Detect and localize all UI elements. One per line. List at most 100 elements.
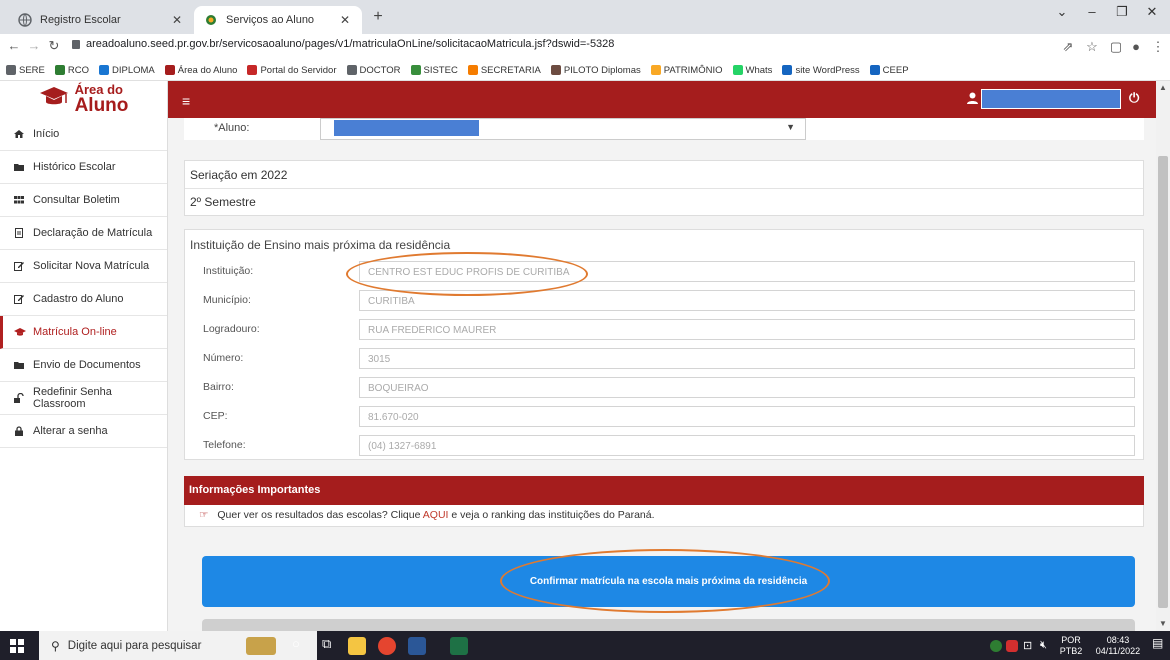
language-indicator[interactable]: POR PTB2 (1058, 635, 1084, 657)
excel-icon[interactable] (450, 637, 468, 655)
clock-time: 08:43 (1106, 635, 1130, 645)
forward-arrow-icon[interactable]: → (26, 38, 42, 53)
profile-icon[interactable]: ● (1128, 39, 1144, 54)
bookmark-item[interactable]: Área do Aluno (164, 65, 237, 76)
power-logout-icon[interactable]: ⏻ (1129, 90, 1139, 106)
page-scrollbar[interactable]: ▲ ▼ (1156, 81, 1170, 631)
bookmark-item[interactable]: Whats (732, 65, 772, 76)
aluno-name-redacted (334, 120, 479, 136)
bookmark-item[interactable]: site WordPress (782, 64, 860, 76)
info-important-title: Informações Importantes (184, 476, 1144, 505)
form-row: CEP: 81.670-020 (185, 403, 1143, 432)
bookmark-item[interactable]: SECRETARIA (467, 65, 541, 76)
form-row: Instituição: CENTRO EST EDUC PROFIS DE CU… (185, 258, 1143, 287)
notifications-icon[interactable]: ▤ (1152, 636, 1163, 650)
field-label: Número: (203, 352, 244, 364)
bookmark-favicon-icon (54, 65, 65, 75)
tab-search-chevron-icon[interactable]: ⌄ (1052, 4, 1072, 20)
scroll-down-arrow-icon[interactable]: ▼ (1159, 619, 1167, 628)
scroll-up-arrow-icon[interactable]: ▲ (1159, 83, 1167, 92)
back-arrow-icon[interactable]: ← (6, 38, 22, 53)
url-field[interactable]: areadoaluno.seed.pr.gov.br/servicosaoalu… (86, 38, 614, 50)
bookmark-item[interactable]: SERE (6, 65, 45, 76)
network-icon[interactable]: ⊡ (1023, 639, 1032, 652)
sidebar-item-redefinir-senha-classroom[interactable]: Redefinir Senha Classroom (0, 382, 167, 415)
readonly-field[interactable]: (04) 1327-6891 (359, 435, 1135, 456)
restore-icon[interactable]: ❐ (1112, 4, 1132, 20)
close-tab-icon[interactable]: ✕ (338, 13, 352, 27)
close-tab-icon[interactable]: ✕ (170, 13, 184, 27)
aluno-select-row: *Aluno: ▼ (184, 118, 1144, 140)
chrome-icon[interactable] (378, 637, 396, 655)
taskbar-search-placeholder: Digite aqui para pesquisar (67, 639, 202, 652)
sidebar-item-inicio[interactable]: Início (0, 118, 167, 151)
field-label: Bairro: (203, 381, 234, 393)
logo-line2: Aluno (74, 94, 129, 116)
bookmark-item[interactable]: SISTEC (410, 64, 458, 76)
sidebar-item-alterar-a-senha[interactable]: Alterar a senha (0, 415, 167, 448)
bookmark-favicon-icon (410, 65, 421, 75)
menu-kebab-icon[interactable]: ⋮ (1150, 39, 1166, 55)
unlock-icon (14, 392, 24, 403)
browser-tab-registro[interactable]: Registro Escolar ✕ (8, 6, 194, 34)
bookmark-label: SERE (19, 64, 45, 76)
hamburger-menu-icon[interactable]: ≡ (182, 93, 190, 109)
readonly-field[interactable]: CURITIBA (359, 290, 1135, 311)
readonly-field[interactable]: CENTRO EST EDUC PROFIS DE CURITIBA (359, 261, 1135, 282)
reload-icon[interactable]: ↻ (46, 38, 62, 54)
tray-video-icon[interactable] (1006, 640, 1018, 652)
bookmark-item[interactable]: PATRIMÔNIO (650, 65, 723, 76)
new-tab-plus-icon[interactable]: + (368, 8, 388, 26)
secondary-button[interactable] (202, 619, 1135, 631)
scroll-thumb[interactable] (1158, 156, 1168, 608)
site-logo[interactable]: Área do Aluno (0, 81, 168, 118)
aqui-link[interactable]: AQUI (423, 509, 449, 521)
close-window-icon[interactable]: ✕ (1142, 4, 1162, 20)
sidebar-item-envio-de-documentos[interactable]: Envio de Documentos (0, 349, 167, 382)
bookmark-star-icon[interactable]: ☆ (1084, 39, 1100, 55)
bookmark-favicon-icon (346, 65, 357, 75)
user-name-redacted (981, 89, 1121, 109)
sidebar-item-declaracao-de-matricula[interactable]: Declaração de Matrícula (0, 217, 167, 250)
tray-app-icon[interactable] (990, 640, 1002, 652)
windows-start-icon[interactable] (10, 639, 24, 653)
sidebar-item-historico-escolar[interactable]: Histórico Escolar (0, 151, 167, 184)
bookmark-item[interactable]: RCO (54, 65, 89, 76)
confirm-enrollment-button[interactable]: Confirmar matrícula na escola mais próxi… (202, 556, 1135, 607)
clock[interactable]: 08:43 04/11/2022 (1092, 635, 1144, 657)
bookmark-favicon-icon (782, 65, 793, 75)
seriacao-panel: Seriação em 2022 2º Semestre (184, 160, 1144, 216)
readonly-field[interactable]: 3015 (359, 348, 1135, 369)
word-icon[interactable] (408, 637, 426, 655)
edit-icon (14, 294, 24, 304)
bookmark-item[interactable]: DOCTOR (346, 65, 401, 76)
search-highlight-image-icon (246, 637, 276, 655)
bookmark-item[interactable]: PILOTO Diplomas (550, 65, 641, 76)
field-label: Instituição: (203, 265, 254, 277)
browser-tab-servicos[interactable]: Serviços ao Aluno ✕ (194, 6, 362, 34)
bookmark-label: site WordPress (795, 64, 860, 76)
bookmark-item[interactable]: Portal do Servidor (247, 64, 337, 76)
cortana-circle-icon[interactable]: ○ (292, 636, 300, 651)
sidebar-item-label: Envio de Documentos (33, 359, 141, 371)
sidebar-item-cadastro-do-aluno[interactable]: Cadastro do Aluno (0, 283, 167, 316)
readonly-field[interactable]: BOQUEIRAO (359, 377, 1135, 398)
lang-line2: PTB2 (1059, 646, 1083, 656)
speaker-muted-icon[interactable]: 🔇︎ (1040, 639, 1047, 652)
share-icon[interactable]: ⇗ (1060, 39, 1076, 55)
bookmark-label: SISTEC (423, 64, 458, 76)
form-row: Município: CURITIBA (185, 287, 1143, 316)
grid-icon (14, 195, 24, 205)
task-view-icon[interactable]: ⧉ (322, 636, 331, 652)
readonly-field[interactable]: 81.670-020 (359, 406, 1135, 427)
sidebar-item-solicitar-nova-matricula[interactable]: Solicitar Nova Matrícula (0, 250, 167, 283)
side-panel-icon[interactable]: ▢ (1108, 39, 1124, 55)
sidebar-item-consultar-boletim[interactable]: Consultar Boletim (0, 184, 167, 217)
sidebar-item-matricula-on-line[interactable]: Matrícula On-line (0, 316, 167, 349)
file-explorer-icon[interactable] (348, 637, 366, 655)
readonly-field[interactable]: RUA FREDERICO MAURER (359, 319, 1135, 340)
minimize-icon[interactable]: – (1082, 4, 1102, 19)
bookmark-label: Portal do Servidor (260, 64, 337, 76)
bookmark-item[interactable]: CEEP (869, 65, 909, 76)
bookmark-item[interactable]: DIPLOMA (99, 65, 155, 76)
